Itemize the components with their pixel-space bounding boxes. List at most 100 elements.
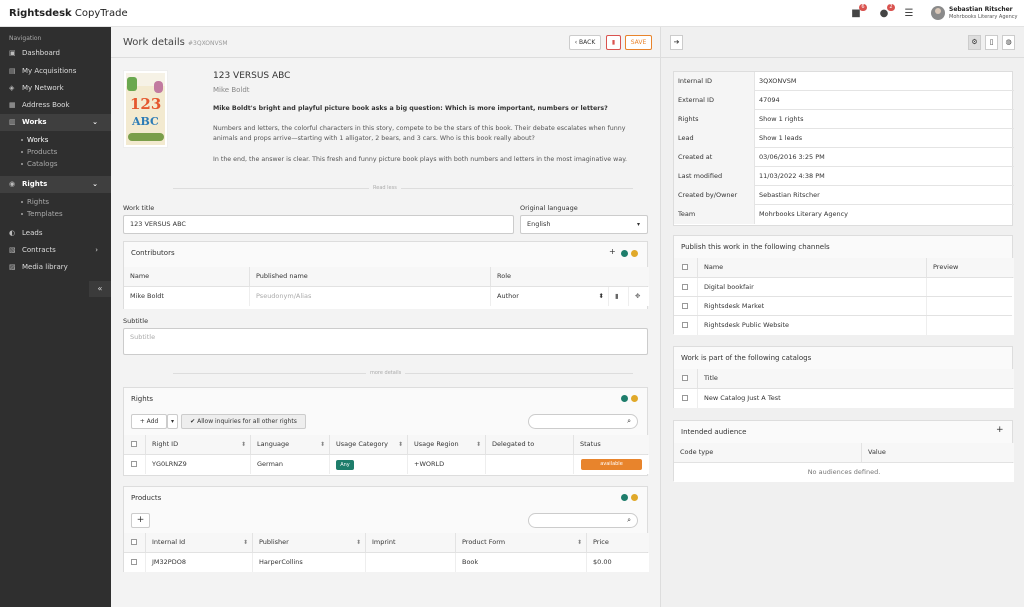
sidebar-item-dashboard[interactable]: ▣ Dashboard [0, 45, 111, 62]
catalog-checkbox[interactable] [682, 395, 688, 401]
show-rights-link[interactable]: Show 1 rights [759, 110, 803, 129]
collapse-icon[interactable] [631, 494, 638, 501]
drag-handle-icon[interactable]: ✥ [629, 287, 649, 306]
rights-search[interactable]: ⌕ [528, 414, 638, 429]
product-id[interactable]: JM32PDO8 [146, 553, 253, 572]
allow-inquiries-button[interactable]: ✔ Allow inquiries for all other rights [181, 414, 306, 429]
col-header: Published name [250, 267, 491, 286]
expand-arrow-icon[interactable]: ➔ [670, 35, 683, 50]
expand-icon[interactable] [621, 494, 628, 501]
sidebar-item-network[interactable]: ◈ My Network [0, 80, 111, 97]
product-form: Book [456, 553, 587, 572]
sidebar-sub-rights[interactable]: Rights [20, 196, 49, 208]
save-button[interactable]: SAVE [625, 35, 652, 50]
channel-name: Rightsdesk Market [698, 297, 927, 316]
sidebar-item-leads[interactable]: ◐ Leads [0, 225, 111, 242]
expand-icon[interactable] [621, 250, 628, 257]
chat-icon[interactable]: ● 2 [877, 4, 895, 20]
channel-checkbox[interactable] [682, 303, 688, 309]
product-imprint [366, 553, 456, 572]
channel-checkbox[interactable] [682, 322, 688, 328]
col-header[interactable]: Internal Id ⬍ [146, 533, 253, 552]
divider [111, 57, 660, 58]
divider [173, 188, 633, 189]
sidebar-sub-templates[interactable]: Templates [21, 208, 63, 220]
select-all-checkbox[interactable] [131, 539, 137, 545]
col-header[interactable]: Right ID ⬍ [146, 435, 251, 454]
book-author[interactable]: Mike Boldt [213, 86, 250, 94]
catalogs-panel: Work is part of the following catalogs T… [673, 346, 1014, 408]
comments-icon[interactable]: ◍ [1002, 35, 1015, 50]
document-icon[interactable]: ▯ [985, 35, 998, 50]
col-header[interactable]: Publisher ⬍ [253, 533, 366, 552]
collapse-icon[interactable] [631, 395, 638, 402]
user-menu[interactable]: Sebastian Ritscher Mohrbooks Literary Ag… [931, 6, 1021, 22]
add-audience-icon[interactable]: + [996, 425, 1004, 435]
right-id[interactable]: YG0LRNZ9 [146, 455, 251, 474]
sidebar-item-rights[interactable]: ◉ Rights ⌄ [0, 176, 111, 193]
created-at: 03/06/2016 3:25 PM [759, 153, 825, 161]
work-title-input[interactable]: 123 VERSUS ABC [123, 215, 514, 234]
col-header[interactable]: Usage Category ⬍ [330, 435, 408, 454]
catalogs-title: Work is part of the following catalogs [681, 354, 812, 362]
col-header[interactable]: Usage Region ⬍ [408, 435, 486, 454]
channel-checkbox[interactable] [682, 284, 688, 290]
add-icon[interactable]: + [609, 247, 616, 256]
more-details-link[interactable]: more details [366, 370, 406, 376]
col-header: Imprint [366, 533, 456, 552]
original-language-select[interactable]: English ▾ [520, 215, 648, 234]
contributors-panel: Contributors + Name Published name Role … [123, 241, 649, 309]
task-list-icon[interactable]: ☰ [902, 7, 916, 20]
sidebar-item-address-book[interactable]: ▦ Address Book [0, 97, 111, 114]
top-bar: Rightsdesk CopyTrade ■ 6 ● 2 ☰ Sebastian R… [0, 0, 1024, 27]
back-button[interactable]: ‹ BACK [569, 35, 601, 50]
right-language: German [251, 455, 330, 474]
expand-icon[interactable] [621, 395, 628, 402]
catalog-title: New Catalog Just A Test [698, 389, 1014, 408]
role-select[interactable]: Author ⬍ [491, 287, 609, 306]
products-table: Internal Id ⬍ Publisher ⬍ Imprint Product … [124, 533, 649, 572]
subtitle-label: Subtitle [123, 317, 149, 325]
sidebar-sub-catalogs[interactable]: Catalogs [21, 158, 58, 170]
sidebar-item-acquisitions[interactable]: ▤ My Acquisitions [0, 63, 111, 80]
sidebar-item-works[interactable]: ▥ Works ⌄ [0, 114, 111, 131]
show-leads-link[interactable]: Show 1 leads [759, 129, 802, 148]
nav-heading: Navigation [9, 35, 42, 42]
collapse-sidebar-button[interactable]: « [89, 281, 111, 297]
briefcase-icon[interactable]: ■ 6 [849, 4, 867, 20]
read-less-link[interactable]: Read less [369, 185, 401, 191]
sidebar-item-media[interactable]: ▨ Media library [0, 259, 111, 276]
app-brand[interactable]: Rightsdesk CopyTrade [9, 8, 128, 19]
sidebar-item-contracts[interactable]: ▧ Contracts › [0, 242, 111, 259]
row-checkbox[interactable] [131, 461, 137, 467]
audience-panel: Intended audience + Code type Value No a… [673, 420, 1014, 482]
briefcase-badge: 6 [859, 4, 867, 11]
row-checkbox[interactable] [131, 559, 137, 565]
add-right-button[interactable]: + Add [131, 414, 167, 429]
select-all-checkbox[interactable] [131, 441, 137, 447]
col-header: Status [574, 435, 649, 454]
sort-icon: ⬍ [355, 539, 361, 546]
gear-icon[interactable]: ⚙ [968, 35, 981, 50]
add-product-button[interactable]: + [131, 513, 150, 528]
right-region: +WORLD [408, 455, 486, 474]
select-all-checkbox[interactable] [682, 264, 688, 270]
sidebar-sub-products[interactable]: Products [20, 146, 57, 158]
collapse-icon[interactable] [631, 250, 638, 257]
empty-message: No audiences defined. [674, 463, 1014, 482]
subtitle-textarea[interactable]: Subtitle [123, 328, 648, 355]
select-all-checkbox[interactable] [682, 375, 688, 381]
add-dropdown-button[interactable]: ▾ [167, 414, 178, 429]
chevron-down-icon: ⌄ [92, 118, 98, 126]
delete-button[interactable]: ▮ [606, 35, 621, 50]
published-name-input[interactable]: Pseudonym/Alias [250, 287, 491, 306]
rights-title: Rights [131, 395, 154, 403]
address-book-icon: ▦ [9, 101, 16, 109]
col-header[interactable]: Language ⬍ [251, 435, 330, 454]
sidebar-sub-works[interactable]: Works [20, 134, 48, 146]
contributor-name[interactable]: Mike Boldt [124, 287, 250, 306]
main-content: Work details #3QXONVSM ‹ BACK ▮ SAVE 123… [111, 27, 660, 607]
col-header[interactable]: Product Form ⬍ [456, 533, 587, 552]
products-search[interactable]: ⌕ [528, 513, 638, 528]
trash-icon[interactable]: ▮ [609, 287, 629, 306]
